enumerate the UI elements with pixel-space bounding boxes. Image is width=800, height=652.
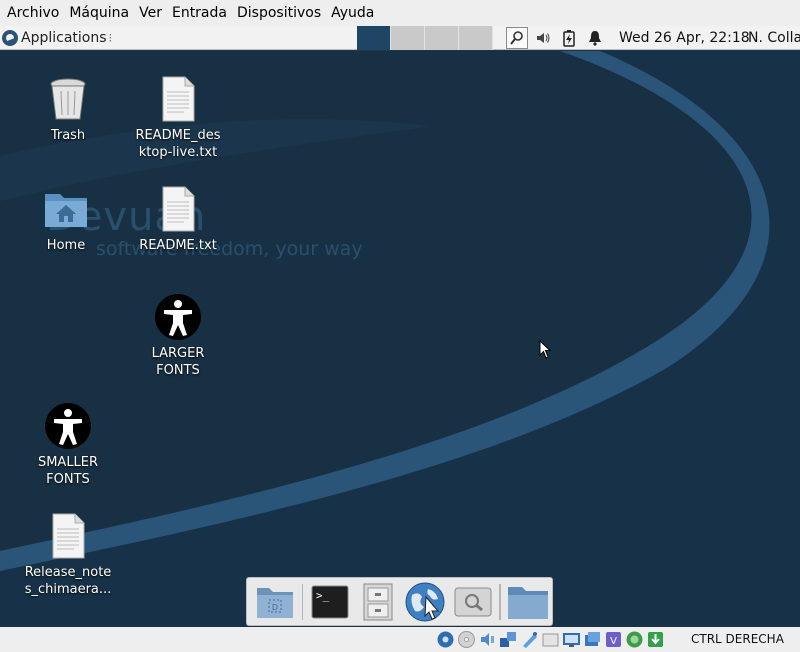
home-folder-icon	[45, 194, 87, 227]
dock-folder[interactable]	[504, 580, 552, 624]
guest-additions-icon[interactable]	[625, 630, 644, 649]
desktop-icon-home[interactable]: Home	[11, 185, 121, 254]
show-desktop-icon: D	[256, 587, 293, 618]
dock-app-finder[interactable]	[449, 580, 497, 624]
menu-ver[interactable]: Ver	[134, 0, 167, 26]
workspace-switcher	[357, 26, 493, 50]
network-icon[interactable]	[499, 630, 518, 649]
keyboard-capture-icon[interactable]	[646, 630, 665, 649]
dock: D >_	[246, 577, 553, 626]
folder-icon	[508, 586, 549, 619]
app-finder-icon	[454, 587, 492, 616]
svg-text:D: D	[272, 603, 278, 612]
menu-ayuda[interactable]: Ayuda	[326, 0, 379, 26]
dock-separator	[499, 583, 502, 620]
dock-show-desktop[interactable]: D	[251, 580, 299, 624]
terminal-icon: >_	[311, 585, 349, 618]
desktop-icon-smaller-fonts[interactable]: SMALLER FONTS	[13, 402, 123, 488]
dock-separator	[301, 583, 304, 620]
panel-grip-icon[interactable]: ⁝	[109, 31, 113, 45]
web-browser-icon	[405, 582, 445, 621]
display-icon[interactable]	[562, 630, 581, 649]
optical-drive-icon[interactable]	[457, 630, 476, 649]
hard-disk-icon[interactable]	[436, 630, 455, 649]
menu-entrada[interactable]: Entrada	[167, 0, 232, 26]
mouse-cursor-icon	[539, 340, 551, 359]
clock[interactable]: Wed 26 Apr, 22:18	[619, 26, 750, 50]
desktop-icon-label: LARGER FONTS	[151, 346, 205, 378]
desktop-icon-larger-fonts[interactable]: LARGER FONTS	[123, 293, 233, 379]
menu-maquina[interactable]: Máquina	[64, 0, 134, 26]
dock-web-browser[interactable]	[401, 580, 449, 624]
desktop-icon-label: README.txt	[139, 238, 217, 253]
workspace-2[interactable]	[391, 26, 425, 50]
top-panel: Applications ⁝ Wed 26 Apr, 22:18 N. Coll…	[0, 26, 800, 50]
text-file-icon	[52, 513, 85, 559]
system-tray	[500, 26, 608, 50]
workspace-3[interactable]	[425, 26, 459, 50]
desktop-icon-label: README_des ktop-live.txt	[135, 128, 221, 160]
host-menubar: Archivo Máquina Ver Entrada Dispositivos…	[0, 0, 800, 26]
shared-folders-icon[interactable]	[541, 630, 560, 649]
vm-statusbar: V CTRL DERECHA	[0, 627, 800, 652]
text-file-icon	[162, 76, 195, 122]
dock-terminal[interactable]: >_	[306, 580, 354, 624]
menu-dispositivos[interactable]: Dispositivos	[232, 0, 326, 26]
user-menu[interactable]: N. Colla	[748, 26, 800, 50]
desktop-icon-readme[interactable]: README.txt	[123, 185, 233, 254]
desktop-icon-label: Release_note s_chimaera...	[24, 565, 112, 597]
search-icon[interactable]	[506, 27, 528, 49]
desktop[interactable]: Devuan software freedom, your way Trash …	[0, 51, 800, 627]
notification-bell-icon[interactable]	[584, 27, 606, 49]
svg-text:>_: >_	[316, 589, 330, 602]
dock-file-manager[interactable]	[354, 580, 402, 624]
usb-icon[interactable]	[520, 630, 539, 649]
devuan-logo-icon	[2, 29, 18, 46]
battery-icon[interactable]	[558, 27, 580, 49]
video-capture-icon[interactable]	[583, 630, 602, 649]
desktop-icon-trash[interactable]: Trash	[13, 75, 123, 144]
desktop-icon-label: Home	[46, 238, 86, 253]
vm-device-icons: V	[436, 630, 667, 649]
file-manager-icon	[363, 583, 393, 620]
trash-icon	[50, 78, 86, 120]
audio-icon[interactable]	[478, 630, 497, 649]
desktop-icon-release-notes[interactable]: Release_note s_chimaera...	[13, 512, 123, 598]
svg-text:V: V	[610, 636, 617, 647]
menu-archivo[interactable]: Archivo	[2, 0, 64, 26]
workspace-1[interactable]	[357, 26, 391, 50]
applications-menu-button[interactable]: Applications ⁝	[0, 26, 112, 50]
volume-icon[interactable]	[532, 27, 554, 49]
virtualization-icon[interactable]: V	[604, 630, 623, 649]
accessibility-icon	[45, 403, 91, 449]
host-key-indicator: CTRL DERECHA	[691, 632, 784, 646]
desktop-icon-readme-desktop-live[interactable]: README_des ktop-live.txt	[123, 75, 233, 161]
desktop-icon-label: Trash	[50, 128, 86, 143]
desktop-icon-label: SMALLER FONTS	[37, 455, 99, 487]
applications-label: Applications	[21, 29, 107, 46]
accessibility-icon	[155, 294, 201, 340]
workspace-4[interactable]	[459, 26, 493, 50]
text-file-icon	[162, 186, 195, 232]
